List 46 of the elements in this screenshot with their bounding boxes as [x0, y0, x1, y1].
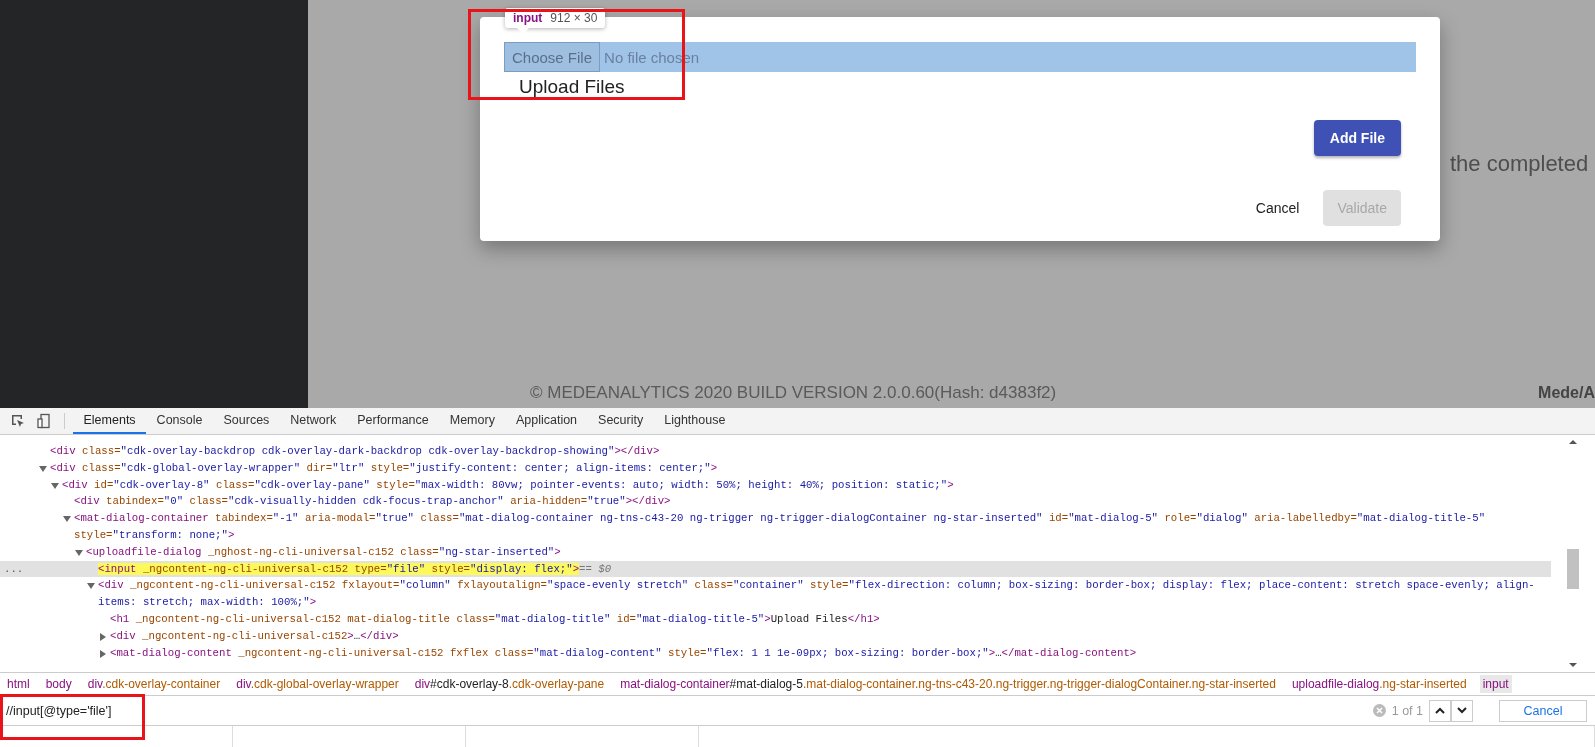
dom-node-line[interactable]: <div tabindex="0" class="cdk-visually-hidden cdk-focus-trap-anchor" aria-hidden="true"></div> [0, 493, 1551, 511]
match-count: 1 of 1 [1391, 703, 1423, 718]
breadcrumb-item[interactable]: uploadfile-dialog.ng-star-inserted [1288, 675, 1470, 693]
devtools-tab[interactable]: Network [279, 408, 347, 434]
breadcrumb-item[interactable]: div.cdk-overlay-container [84, 675, 224, 693]
background-text: the completed [1450, 151, 1589, 177]
dom-node-line[interactable]: <uploadfile-dialog _nghost-ng-cli-universal-c152 class="ng-star-inserted"> [0, 543, 1551, 561]
devtools-tab[interactable]: Security [587, 408, 654, 434]
add-file-button[interactable]: Add File [1313, 120, 1401, 156]
breadcrumb-item[interactable]: html [4, 675, 33, 693]
dom-node-line[interactable]: <mat-dialog-container tabindex="-1" aria-modal="true" class="mat-dialog-container ng-tns-c43-20 ng-trigger ng-trigger-dialogContainer ng-star-inserted" id="mat-dialog-5" role="dialog" aria-labelledby="mat-dialog-title-5" style="transform: none;"> [0, 510, 1551, 544]
tooltip-size: 912 × 30 [550, 11, 598, 25]
devtools-tab[interactable]: Lighthouse [653, 408, 736, 434]
scroll-down-arrow-icon[interactable] [1569, 662, 1577, 668]
footer-text: © MEDEANALYTICS 2020 BUILD VERSION 2.0.0.60(Hash: d4383f2) [530, 383, 1057, 403]
dom-node-line[interactable]: <div id="cdk-overlay-8" class="cdk-overlay-pane" style="max-width: 80vw; pointer-events: auto; width: 50%; height: 40%; position: static;"> [0, 476, 1551, 494]
dom-node-line[interactable]: <h1 _ngcontent-ng-cli-universal-c152 mat-dialog-title class="mat-dialog-title" id="mat-dialog-title-5">Upload Files</h1> [0, 610, 1551, 628]
breadcrumb-item[interactable]: div.cdk-global-overlay-wrapper [233, 675, 402, 693]
devtools-tab[interactable]: Elements [73, 408, 147, 434]
next-match-button[interactable] [1451, 699, 1473, 722]
devtools-tab[interactable]: Memory [439, 408, 506, 434]
previous-match-button[interactable] [1429, 699, 1451, 722]
dialog-title: Upload Files [519, 76, 626, 98]
dom-node-line[interactable]: <mat-dialog-content _ngcontent-ng-cli-universal-c152 fxflex class="mat-dialog-content" style="flex: 1 1 1e-09px; box-sizing: border-box;">…</mat-dialog-content> [0, 644, 1551, 662]
logo-text: Mede/A [1538, 384, 1595, 402]
dom-node-line[interactable]: <div _ngcontent-ng-cli-universal-c152 fxlayout="column" fxlayoutalign="space-evenly stretch" class="container" style="flex-direction: column; box-sizing: border-box; display: flex; place-content: stretch space-evenly; align-items: stretch; max-width: 100%;"> [0, 577, 1551, 611]
tooltip-tag: input [513, 11, 543, 25]
dom-node-line[interactable]: <div class="cdk-overlay-backdrop cdk-overlay-dark-backdrop cdk-overlay-backdrop-showing"></div> [0, 443, 1551, 460]
breadcrumb-item[interactable]: body [42, 675, 75, 693]
device-toolbar-icon[interactable] [36, 413, 52, 429]
chevron-up-icon [1435, 707, 1445, 714]
devtools-tab[interactable]: Console [146, 408, 213, 434]
breadcrumb-item[interactable]: div#cdk-overlay-8.cdk-overlay-pane [411, 675, 608, 693]
cancel-button[interactable]: Cancel [1251, 190, 1304, 226]
dom-node-line[interactable]: <div class="cdk-global-overlay-wrapper" dir="ltr" style="justify-content: center; align-items: center;"> [0, 459, 1551, 477]
scroll-up-arrow-icon[interactable] [1569, 439, 1577, 445]
breadcrumb-item[interactable]: input [1479, 675, 1512, 693]
inspect-element-icon[interactable] [10, 413, 26, 429]
chevron-down-icon [1457, 707, 1467, 714]
devtools-tab[interactable]: Performance [346, 408, 440, 434]
search-cancel-button[interactable]: Cancel [1499, 699, 1587, 722]
breadcrumb-item[interactable]: mat-dialog-container#mat-dialog-5.mat-dialog-container.ng-tns-c43-20.ng-trigger.ng-trigger-dialogContainer.ng-star-inserted [617, 675, 1279, 693]
devtools-tab[interactable]: Sources [213, 408, 280, 434]
dom-node-line[interactable]: <div _ngcontent-ng-cli-universal-c152>…</div> [0, 627, 1551, 645]
devtools-tab[interactable]: Application [505, 408, 588, 434]
scrollbar-thumb[interactable] [1567, 549, 1579, 589]
